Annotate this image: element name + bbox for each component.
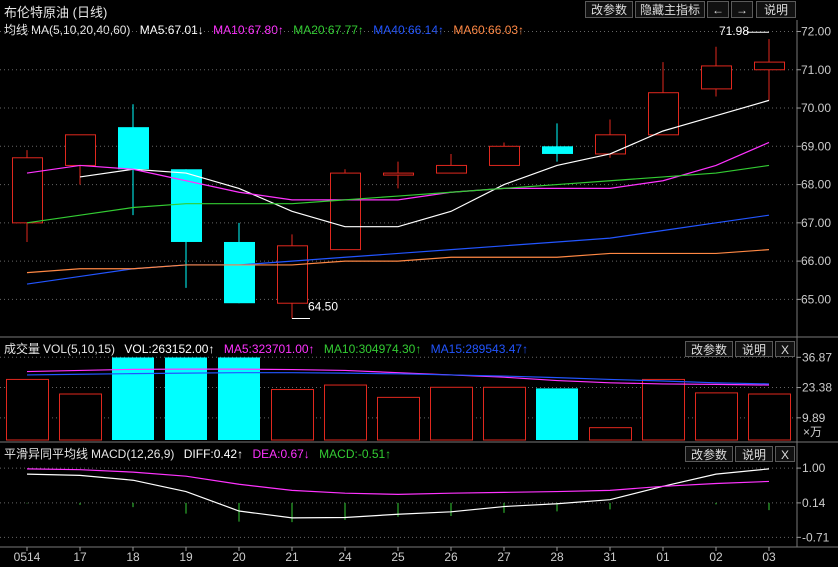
volume-bar	[430, 386, 473, 441]
candle-body	[436, 164, 467, 174]
volume-bar	[483, 386, 526, 441]
x-tick-label: 26	[444, 550, 458, 564]
y-tick-label: 68.00	[801, 178, 831, 192]
x-tick-label: 24	[338, 550, 352, 564]
annotation-label-high: 71.98	[719, 24, 749, 38]
candle-body	[383, 172, 414, 176]
candle-body	[12, 157, 43, 224]
volume-bar	[59, 393, 102, 441]
y-tick-label: 69.00	[801, 139, 831, 153]
volume-bar	[748, 393, 791, 441]
volume-bar	[642, 378, 685, 441]
volume-bar	[589, 427, 632, 441]
y-tick-label: 0.14	[802, 496, 826, 510]
annotation-label-low: 64.50	[308, 300, 338, 314]
x-tick-label: 17	[73, 550, 87, 564]
y-tick-label: 66.00	[801, 254, 831, 268]
x-tick-label: 19	[179, 550, 193, 564]
y-tick-label: 71.00	[801, 63, 831, 77]
candle-body	[118, 127, 149, 170]
y-tick-label: 23.38	[802, 381, 832, 395]
ma-line-ma40	[26, 214, 770, 285]
candle-body	[65, 134, 96, 166]
candle-body	[542, 146, 573, 154]
x-tick-label: 02	[709, 550, 723, 564]
y-tick-label: 9.89	[802, 411, 826, 425]
x-tick-label: 0514	[14, 550, 41, 564]
y-tick-label: 70.00	[801, 101, 831, 115]
candle-body	[330, 172, 361, 251]
candle-body	[489, 145, 520, 166]
candle-body	[171, 169, 202, 242]
volume-bar	[536, 388, 578, 440]
y-tick-label: 67.00	[801, 216, 831, 230]
candle-body	[701, 65, 732, 90]
volume-bar	[6, 378, 49, 441]
x-tick-label: 01	[656, 550, 670, 564]
x-tick-label: 28	[550, 550, 564, 564]
x-tick-label: 20	[232, 550, 246, 564]
candle-body	[595, 134, 626, 155]
x-tick-label: 25	[391, 550, 405, 564]
y-tick-label: 1.00	[802, 461, 826, 475]
y-tick-label: 72.00	[801, 24, 831, 38]
x-tick-label: 18	[126, 550, 140, 564]
candle-body	[224, 241, 255, 304]
volume-bar	[324, 384, 367, 441]
x-tick-label: 27	[497, 550, 511, 564]
volume-bar	[377, 396, 420, 441]
candle-body	[754, 61, 785, 71]
candle-body	[277, 245, 308, 304]
chart-canvas[interactable]: 72.00 71.00 70.00 69.00 68.00 67.00 66.00 65.00…	[0, 0, 838, 567]
x-tick-label: 31	[603, 550, 617, 564]
candle-body	[648, 92, 679, 136]
x-tick-label: 21	[285, 550, 299, 564]
y-tick-label: 65.00	[801, 292, 831, 306]
x-tick-label: 03	[762, 550, 776, 564]
volume-bar	[695, 392, 738, 441]
volume-bar	[271, 389, 314, 441]
y-tick-label: 36.87	[802, 350, 832, 364]
y-tick-label: -0.71	[802, 530, 830, 544]
volume-bar	[165, 357, 207, 440]
y-unit-label: ×万	[803, 425, 822, 439]
